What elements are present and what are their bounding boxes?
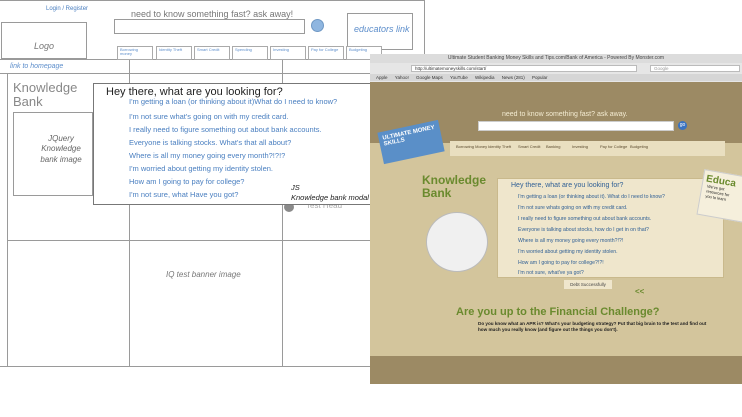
bookmark-google-maps[interactable]: Google Maps <box>416 75 443 80</box>
wf-nav-tab-college[interactable]: Pay for College <box>308 46 344 60</box>
bookmark-apple[interactable]: Apple <box>376 75 388 80</box>
wf-modal-item-college[interactable]: How am I going to pay for college? <box>129 177 244 186</box>
site-challenge-description: Do you know what an APR is? What's your … <box>478 321 707 332</box>
site-nav-borrowing[interactable]: Borrowing Money <box>456 144 487 149</box>
wf-nav-tab-identity[interactable]: Identity Theft <box>156 46 192 60</box>
wf-modal-item-identity[interactable]: I'm worried about getting my identity st… <box>129 164 273 173</box>
wf-nav-tab-borrowing[interactable]: Borrowing money <box>117 46 153 60</box>
browser-search-engine: Google <box>654 66 669 71</box>
browser-window-title: Ultimate Student Banking Money Skills an… <box>370 54 742 63</box>
site-strip-label: Debt Successfully <box>564 280 612 289</box>
site-challenge-title: Are you up to the Financial Challenge? <box>456 306 660 318</box>
site-nav-identity[interactable]: Identity Theft <box>488 144 511 149</box>
browser-bookmarks-bar: Apple Yahoo! Google Maps YouTube Wikiped… <box>370 74 742 81</box>
wf-line-header2 <box>0 73 424 74</box>
browser-screenshot: Ultimate Student Banking Money Skills an… <box>370 54 742 384</box>
site-nav-investing[interactable]: Investing <box>572 144 588 149</box>
bookmark-wikipedia[interactable]: Wikipedia <box>475 75 495 80</box>
wf-search-placeholder: need to know something fast? ask away! <box>131 9 294 19</box>
wf-homepage-link[interactable]: link to homepage <box>10 63 63 70</box>
browser-url-bar[interactable]: http://ultimatemoneyskills.com/start/ <box>411 65 637 72</box>
piggy-bank-icon <box>426 212 488 272</box>
wf-line-top <box>0 0 424 1</box>
wf-modal-item-unsure[interactable]: I'm not sure, what Have you got? <box>129 190 238 199</box>
wf-logo-label: Logo <box>34 41 55 51</box>
site-nav-college[interactable]: Pay for College <box>600 144 627 149</box>
site-modal-item-unsure[interactable]: I'm not sure, what've ya got? <box>518 270 584 276</box>
site-search-go-button[interactable]: go <box>678 121 687 130</box>
wf-nav-tab-investing[interactable]: Investing <box>270 46 306 60</box>
site-nav-banking[interactable]: Banking <box>546 144 560 149</box>
bookmark-yahoo[interactable]: Yahoo! <box>395 75 409 80</box>
wf-modal-item-bank[interactable]: I really need to figure something out ab… <box>129 125 322 134</box>
bookmark-news[interactable]: News (281) <box>502 75 525 80</box>
wf-modal-item-stocks[interactable]: Everyone is talking stocks. What's that … <box>129 138 291 147</box>
site-modal-item-stocks[interactable]: Everyone is talking about stocks, how do… <box>518 227 649 233</box>
site-search-input[interactable] <box>478 121 674 131</box>
wf-line-edge <box>424 0 425 60</box>
site-modal-item-money[interactable]: Where is all my money going every month?… <box>518 238 623 244</box>
site-modal-item-identity[interactable]: I'm worried about getting my identity st… <box>518 249 618 255</box>
browser-search-field[interactable]: Google <box>650 65 740 72</box>
login-register-link[interactable]: Login / Register <box>46 6 88 12</box>
site-modal-item-bank[interactable]: I really need to figure something out ab… <box>518 216 651 222</box>
wf-search-input[interactable] <box>114 19 305 34</box>
wf-jquery-image-label: JQuery Knowledge bank image <box>40 134 82 164</box>
site-modal-item-college[interactable]: How am I going to pay for college?!?! <box>518 260 604 266</box>
site-nav-budgeting[interactable]: Budgeting <box>630 144 648 149</box>
wf-nav-tab-spending[interactable]: Spending <box>232 46 268 60</box>
bookmark-youtube[interactable]: YouTube <box>450 75 468 80</box>
wf-modal-item-money[interactable]: Where is all my money going every month?… <box>129 151 285 160</box>
wf-iq-banner-label: IQ test banner image <box>166 270 241 279</box>
site-modal-title: Hey there, what are you looking for? <box>511 182 624 189</box>
wf-line-mid <box>7 240 420 241</box>
wf-nav-tab-credit[interactable]: Smart Credit <box>194 46 230 60</box>
site-nav-credit[interactable]: Smart Credit <box>518 144 540 149</box>
wf-search-button[interactable] <box>311 19 324 32</box>
site-modal-item-loan[interactable]: I'm getting a loan (or thinking about it… <box>518 194 665 200</box>
site-nav-bar: Borrowing Money Identity Theft Smart Cre… <box>450 141 725 156</box>
wf-line-left <box>7 73 8 366</box>
wf-modal-item-credit[interactable]: I'm not sure what's going on with my cre… <box>129 112 289 121</box>
site-modal-item-credit[interactable]: I'm not sure whats going on with my cred… <box>518 205 627 211</box>
wf-knowledge-bank-title: Knowledge Bank <box>13 80 78 109</box>
wf-educators-link[interactable]: educators link <box>354 24 410 34</box>
wf-modal-item-loan[interactable]: I'm getting a loan (or thinking about it… <box>129 97 337 106</box>
site-prev-arrows-icon[interactable]: << <box>635 287 644 296</box>
site-knowledge-bank-title: Knowledge Bank <box>422 173 487 200</box>
site-search-prompt: need to know something fast? ask away. <box>502 111 628 118</box>
bookmark-popular[interactable]: Popular <box>532 75 548 80</box>
wf-line-bottom <box>0 366 424 367</box>
